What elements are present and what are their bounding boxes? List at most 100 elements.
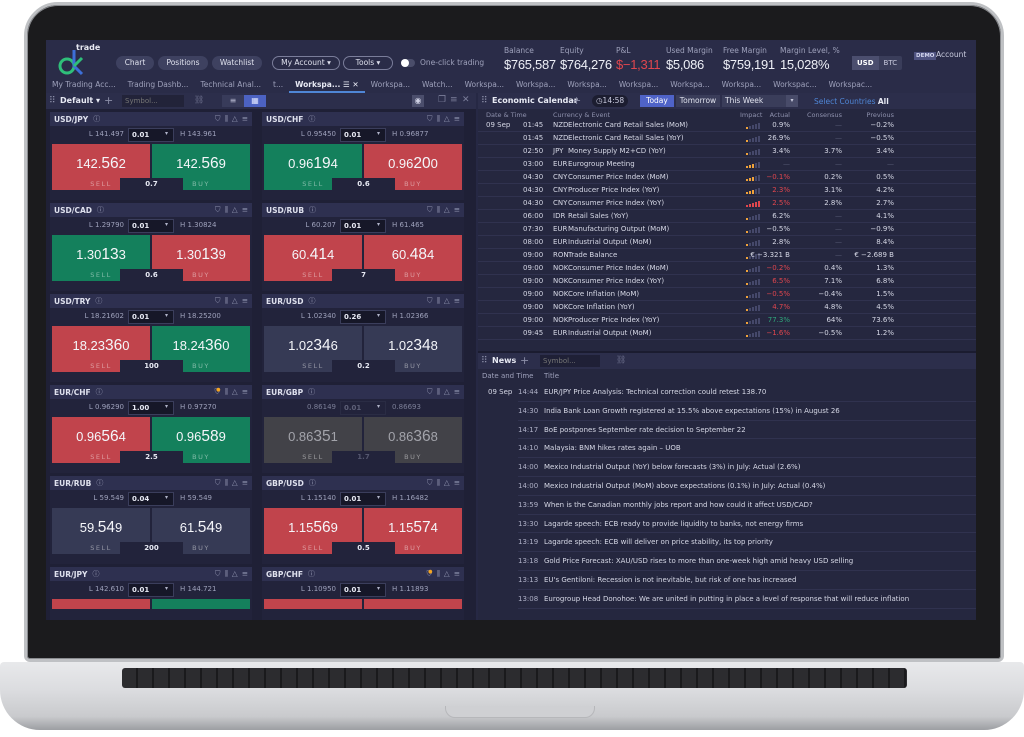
shield-icon[interactable]: ⛉ bbox=[215, 478, 221, 488]
one-click-trading-toggle[interactable] bbox=[401, 59, 415, 67]
quantity-select[interactable]: 0.01 ▾ bbox=[340, 492, 386, 506]
my-account-menu[interactable]: My Account ▾ bbox=[272, 56, 340, 70]
bell-icon[interactable]: △ bbox=[232, 296, 238, 306]
col-actual[interactable]: Actual bbox=[770, 111, 790, 119]
calendar-row[interactable]: 08:00 EUR Industrial Output (MoM) 2.8% — 8.4% bbox=[478, 236, 976, 249]
tab-workspace[interactable]: Watch... bbox=[416, 78, 459, 93]
tab-workspace[interactable]: Workspa... bbox=[510, 78, 561, 93]
quantity-select[interactable]: 0.01 ▾ bbox=[128, 128, 174, 142]
info-icon[interactable]: ⓘ bbox=[97, 205, 104, 215]
calendar-row[interactable]: 04:30 CNY Consumer Price Index (YoY) 2.5% 2.… bbox=[478, 197, 976, 210]
depth-chart-icon[interactable]: ⫼ bbox=[436, 114, 439, 124]
depth-chart-icon[interactable]: ⫼ bbox=[224, 296, 227, 306]
col-previous[interactable]: Previous bbox=[867, 111, 894, 119]
depth-chart-icon[interactable]: ⫼ bbox=[224, 114, 227, 124]
grid-view-icon[interactable]: ▦ bbox=[244, 95, 266, 107]
calendar-row[interactable]: 03:00 EUR Eurogroup Meeting — — — bbox=[478, 158, 976, 171]
sell-button[interactable] bbox=[264, 599, 362, 609]
tab-workspace[interactable]: Workspa... bbox=[613, 78, 664, 93]
calendar-row[interactable]: 04:30 CNY Consumer Price Index (MoM) −0.1% 0… bbox=[478, 171, 976, 184]
tab-workspace[interactable]: Workspac... bbox=[823, 78, 879, 93]
quantity-select[interactable]: 0.01 ▾ bbox=[340, 401, 386, 415]
menu-icon[interactable]: ≡ bbox=[242, 569, 248, 579]
quantity-select[interactable]: 0.26 ▾ bbox=[340, 310, 386, 324]
pair-name[interactable]: EUR/RUB bbox=[54, 479, 91, 488]
shield-icon[interactable]: ⛉ bbox=[215, 114, 221, 124]
calendar-row[interactable]: 09:00 NOK Consumer Price Index (YoY) 6.5% 7.… bbox=[478, 275, 976, 288]
depth-chart-icon[interactable]: ⫼ bbox=[224, 569, 227, 579]
tab-workspace[interactable]: Technical Anal... bbox=[194, 78, 267, 93]
news-item[interactable]: 14:17 BoE postpones September rate decisi… bbox=[478, 421, 976, 440]
shield-icon[interactable]: ⛉● bbox=[214, 387, 220, 397]
pair-name[interactable]: EUR/USD bbox=[266, 297, 303, 306]
quantity-select[interactable]: 0.01 ▾ bbox=[340, 219, 386, 233]
shield-icon[interactable]: ⛉ bbox=[427, 114, 433, 124]
menu-icon[interactable]: ≡ bbox=[242, 205, 248, 215]
info-icon[interactable]: ⓘ bbox=[308, 387, 315, 397]
bell-icon[interactable]: △ bbox=[232, 478, 238, 488]
info-icon[interactable]: ⓘ bbox=[93, 114, 100, 124]
add-icon[interactable]: + bbox=[572, 94, 581, 107]
tab-workspace[interactable]: Trading Dashb... bbox=[122, 78, 195, 93]
depth-chart-icon[interactable]: ⫼ bbox=[436, 296, 439, 306]
info-icon[interactable]: ⓘ bbox=[96, 387, 103, 397]
news-item[interactable]: 13:30 Lagarde speech: ECB ready to provid… bbox=[478, 515, 976, 534]
quantity-select[interactable]: 0.01 ▾ bbox=[128, 583, 174, 597]
menu-icon[interactable]: ≡ bbox=[242, 387, 248, 397]
calendar-row[interactable]: 09:00 NOK Consumer Price Index (MoM) −0.2% 0… bbox=[478, 262, 976, 275]
account-menu[interactable]: Account bbox=[936, 50, 966, 59]
pair-name[interactable]: USD/JPY bbox=[54, 115, 88, 124]
depth-chart-icon[interactable]: ⫼ bbox=[436, 569, 439, 579]
news-item[interactable]: 13:13 EU's Gentiloni: Recession is not in… bbox=[478, 571, 976, 590]
info-icon[interactable]: ⓘ bbox=[309, 205, 316, 215]
calendar-row[interactable]: 02:50 JPY Money Supply M2+CD (YoY) 3.4% 3.7%… bbox=[478, 145, 976, 158]
bell-icon[interactable]: △ bbox=[444, 296, 450, 306]
quantity-select[interactable]: 0.01 ▾ bbox=[128, 219, 174, 233]
bell-icon[interactable]: △ bbox=[444, 114, 450, 124]
bell-icon[interactable]: △ bbox=[444, 205, 450, 215]
pair-name[interactable]: USD/TRY bbox=[54, 297, 90, 306]
pair-name[interactable]: EUR/GBP bbox=[266, 388, 303, 397]
calendar-row[interactable]: 09:00 NOK Core Inflation (YoY) 4.7% 4.8% 4.5% bbox=[478, 301, 976, 314]
calendar-row[interactable]: 06:00 IDR Retail Sales (YoY) 6.2% — 4.1% bbox=[478, 210, 976, 223]
add-watchlist-icon[interactable]: + bbox=[104, 94, 113, 107]
quantity-select[interactable]: 0.01 ▾ bbox=[128, 310, 174, 324]
menu-icon[interactable]: ≡ bbox=[454, 569, 460, 579]
news-item[interactable]: 14:30 India Bank Loan Growth registered a… bbox=[478, 402, 976, 421]
tab-workspace[interactable]: Workspa... bbox=[664, 78, 715, 93]
buy-button[interactable] bbox=[152, 599, 250, 609]
add-icon[interactable]: + bbox=[520, 354, 529, 367]
news-item[interactable]: 14:00 Mexico Industrial Output (MoM) abov… bbox=[478, 477, 976, 496]
sell-button[interactable] bbox=[52, 599, 150, 609]
currency-btc[interactable]: BTC bbox=[879, 56, 903, 70]
news-item[interactable]: 13:19 Lagarde speech: ECB will deliver on… bbox=[478, 533, 976, 553]
tab-workspace[interactable]: Workspac... bbox=[767, 78, 823, 93]
news-item[interactable]: 13:59 When is the Canadian monthly jobs r… bbox=[478, 496, 976, 515]
bell-icon[interactable]: △ bbox=[232, 569, 238, 579]
pair-name[interactable]: USD/RUB bbox=[266, 206, 304, 215]
bell-icon[interactable]: △ bbox=[444, 387, 450, 397]
shield-icon[interactable]: ⛉ bbox=[427, 478, 433, 488]
quantity-select[interactable]: 0.01 ▾ bbox=[340, 128, 386, 142]
shield-icon[interactable]: ⛉ bbox=[427, 387, 433, 397]
menu-icon[interactable]: ≡ bbox=[454, 114, 460, 124]
eye-icon[interactable]: ◉ bbox=[412, 95, 424, 107]
depth-chart-icon[interactable]: ⫼ bbox=[224, 387, 227, 397]
calendar-row[interactable]: 09:45 EUR Industrial Output (MoM) −1.6% −0.5… bbox=[478, 327, 976, 340]
tab-workspace[interactable]: My Trading Acc... bbox=[46, 78, 122, 93]
pair-name[interactable]: GBP/CHF bbox=[266, 570, 303, 579]
watchlist-button[interactable]: Watchlist bbox=[212, 56, 262, 70]
range-tomorrow-button[interactable]: Tomorrow bbox=[676, 95, 720, 107]
col-date-time[interactable]: Date & Time bbox=[486, 111, 527, 119]
col-impact[interactable]: Impact bbox=[740, 111, 762, 119]
calendar-row[interactable]: 04:30 CNY Producer Price Index (YoY) 2.3% 3.… bbox=[478, 184, 976, 197]
chevron-down-icon[interactable]: ▾ bbox=[786, 95, 798, 107]
buy-button[interactable] bbox=[364, 599, 462, 609]
shield-icon[interactable]: ⛉ bbox=[215, 569, 221, 579]
news-item[interactable]: 13:08 Eurogroup Head Donohoe: We are unit… bbox=[478, 590, 976, 609]
info-icon[interactable]: ⓘ bbox=[309, 478, 316, 488]
col-currency-event[interactable]: Currency & Event bbox=[553, 111, 610, 119]
menu-icon[interactable]: ≡ bbox=[454, 387, 460, 397]
info-icon[interactable]: ⓘ bbox=[95, 296, 102, 306]
popout-icon[interactable]: ❐ bbox=[438, 95, 446, 105]
